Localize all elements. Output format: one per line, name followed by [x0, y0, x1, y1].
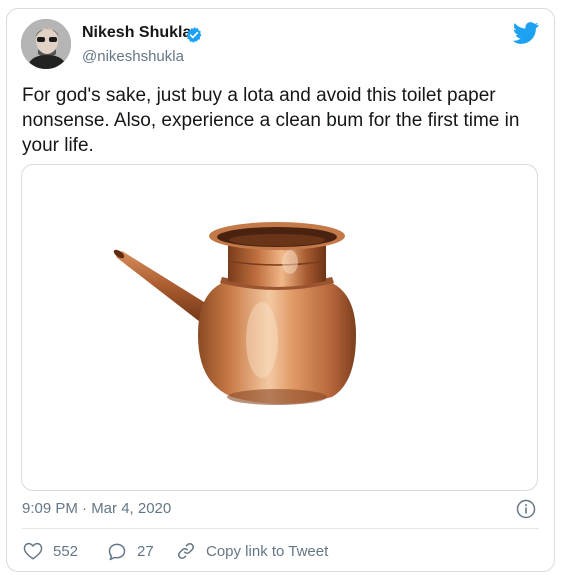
avatar[interactable] [21, 19, 71, 69]
heart-icon [23, 542, 43, 560]
reply-count: 27 [137, 542, 154, 560]
twitter-bird-icon[interactable] [513, 22, 539, 44]
reply-button[interactable]: 27 [107, 540, 154, 562]
copper-lota-image [113, 222, 356, 405]
user-handle[interactable]: @nikeshshukla [82, 48, 184, 65]
copy-link-label: Copy link to Tweet [206, 542, 329, 560]
display-name[interactable]: Nikesh Shukla [82, 24, 191, 42]
tweet-text: For god's sake, just buy a lota and avoi… [22, 85, 520, 156]
reply-bubble-icon [108, 543, 126, 560]
like-button[interactable]: 552 [23, 540, 78, 562]
link-icon [178, 543, 194, 559]
verified-badge-icon [186, 27, 202, 43]
divider [22, 528, 539, 529]
like-count: 552 [53, 542, 79, 560]
info-icon[interactable] [516, 499, 536, 519]
avatar-photo [21, 19, 71, 69]
tweet-media[interactable] [21, 164, 538, 491]
copy-link-button[interactable]: Copy link to Tweet [176, 540, 328, 562]
tweet-timestamp[interactable]: 9:09 PM · Mar 4, 2020 [22, 500, 171, 517]
